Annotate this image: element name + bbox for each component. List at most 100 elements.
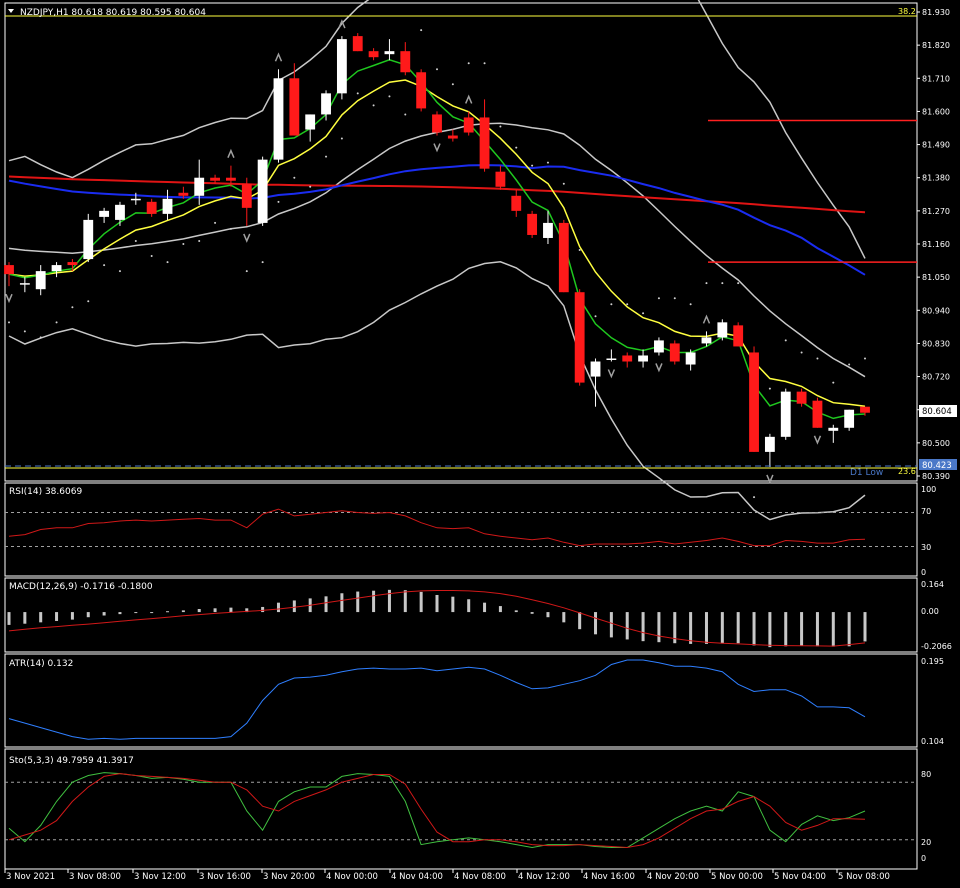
macd-scale-zero: 0.00 <box>921 607 939 616</box>
price-tick-label: 81.160 <box>922 240 950 249</box>
macd-histogram-bar <box>689 612 693 644</box>
psar-dot <box>642 312 645 315</box>
psar-dot <box>39 336 42 339</box>
macd-histogram-bar <box>514 610 518 613</box>
chart-canvas: NZDJPY,H1 80.618 80.619 80.595 80.604 38… <box>4 0 957 882</box>
candles <box>4 19 870 484</box>
price-tick-label: 81.050 <box>922 273 950 282</box>
candle-body <box>368 51 379 58</box>
price-tick-label: 81.710 <box>922 74 950 83</box>
psar-dot <box>626 303 629 306</box>
time-axis: 3 Nov 2021 3 Nov 08:00 3 Nov 12:00 3 Nov 16… <box>4 869 890 882</box>
macd-panel[interactable]: MACD(12,26,9) -0.1716 -0.1800 0.164 0.00… <box>7 580 952 651</box>
main-price-panel[interactable]: NZDJPY,H1 80.618 80.619 80.595 80.604 38… <box>4 0 957 521</box>
candle-body <box>273 78 284 160</box>
psar-dot <box>150 255 153 258</box>
macd-histogram-bar <box>86 612 90 618</box>
rsi-scale-70: 70 <box>921 507 931 516</box>
candle-body <box>479 117 490 169</box>
candle-body <box>194 177 205 196</box>
psar-dot <box>467 62 470 65</box>
time-tick-label: 4 Nov 12:00 <box>518 872 570 882</box>
psar-dot <box>372 104 375 107</box>
candle-body <box>51 265 62 272</box>
macd-label: MACD(12,26,9) -0.1716 -0.1800 <box>9 582 153 592</box>
time-tick-label: 3 Nov 08:00 <box>69 872 121 882</box>
candle-body <box>99 210 110 217</box>
time-tick-label: 3 Nov 2021 <box>6 872 55 882</box>
fractal-down-arrow <box>655 363 663 373</box>
atr-line <box>8 659 866 740</box>
psar-dot <box>134 239 137 242</box>
rsi-scale-30: 30 <box>921 543 931 552</box>
candle-body <box>352 36 363 52</box>
candle-body <box>622 355 633 362</box>
candle-body <box>527 213 538 235</box>
atr-plot <box>8 659 866 740</box>
candle-body <box>654 340 664 353</box>
macd-histogram-bar <box>609 612 613 638</box>
candle-body <box>717 322 728 338</box>
stochastic-panel[interactable]: Sto(5,3,3) 49.7959 41.3917 80 20 0 <box>5 756 931 863</box>
macd-histogram-bar <box>292 600 296 613</box>
macd-histogram-bar <box>340 593 344 613</box>
atr-panel[interactable]: ATR(14) 0.132 0.195 0.104 <box>8 657 944 746</box>
psar-dot <box>753 496 756 499</box>
macd-histogram-bar <box>229 607 233 613</box>
rsi-panel[interactable]: RSI(14) 38.6069 100 70 30 0 <box>5 485 936 577</box>
candle-body <box>749 352 759 452</box>
macd-histogram-bar <box>784 612 788 647</box>
fib-bottom-label: 23.6 <box>898 467 916 476</box>
sto-scale-80: 80 <box>921 770 931 779</box>
macd-histogram-bar <box>562 612 566 623</box>
macd-scale-bottom: -0.2066 <box>921 642 952 651</box>
time-tick-label: 4 Nov 16:00 <box>583 872 635 882</box>
current-price-label: 80.604 <box>922 407 952 417</box>
candle-body <box>146 201 157 214</box>
time-tick-label: 4 Nov 04:00 <box>391 872 443 882</box>
candle-body <box>4 265 14 275</box>
candle-body <box>432 114 442 133</box>
psar-dot <box>245 270 248 273</box>
candle-body <box>384 51 395 55</box>
macd-plot <box>7 589 867 648</box>
psar-dot <box>610 303 613 306</box>
psar-dot <box>277 200 280 203</box>
sto-label: Sto(5,3,3) 49.7959 41.3917 <box>9 756 134 766</box>
sto-scale-0: 0 <box>921 854 926 863</box>
candle-body <box>764 436 775 452</box>
macd-histogram-bar <box>134 612 138 614</box>
macd-histogram-bar <box>181 610 185 613</box>
candle-body <box>416 72 427 109</box>
psar-dot <box>864 357 866 360</box>
price-tick-label: 80.500 <box>922 439 950 448</box>
macd-histogram-bar <box>467 599 471 613</box>
psar-dot <box>546 161 549 164</box>
psar-dot <box>182 243 185 245</box>
macd-histogram-bar <box>831 612 835 647</box>
candle-body <box>463 117 474 133</box>
macd-histogram-bar <box>863 612 867 642</box>
fractal-down-arrow <box>433 143 441 153</box>
macd-histogram-bar <box>261 606 265 613</box>
time-tick-label: 5 Nov 08:00 <box>838 872 890 882</box>
macd-histogram-bar <box>752 612 756 646</box>
candle-body <box>35 271 46 290</box>
macd-histogram-bar <box>70 612 74 620</box>
panel-frame <box>4 2 918 482</box>
chart-overlay <box>5 15 917 469</box>
rsi-label: RSI(14) 38.6069 <box>9 487 82 497</box>
psar-dot <box>451 83 454 86</box>
price-tick-label: 80.830 <box>922 339 950 348</box>
price-tick-label: 81.930 <box>922 8 950 17</box>
rsi-scale-0: 0 <box>921 568 926 577</box>
collapse-triangle-icon[interactable] <box>8 9 14 13</box>
psar-dot <box>166 261 169 264</box>
macd-histogram-bar <box>324 596 328 613</box>
sto-main-line <box>8 772 866 849</box>
psar-dot <box>832 381 835 384</box>
atr-scale-top: 0.195 <box>921 657 944 666</box>
fractal-down-arrow <box>607 369 616 379</box>
macd-histogram-bar <box>736 612 740 644</box>
low-price-label: 80.423 <box>922 461 952 471</box>
